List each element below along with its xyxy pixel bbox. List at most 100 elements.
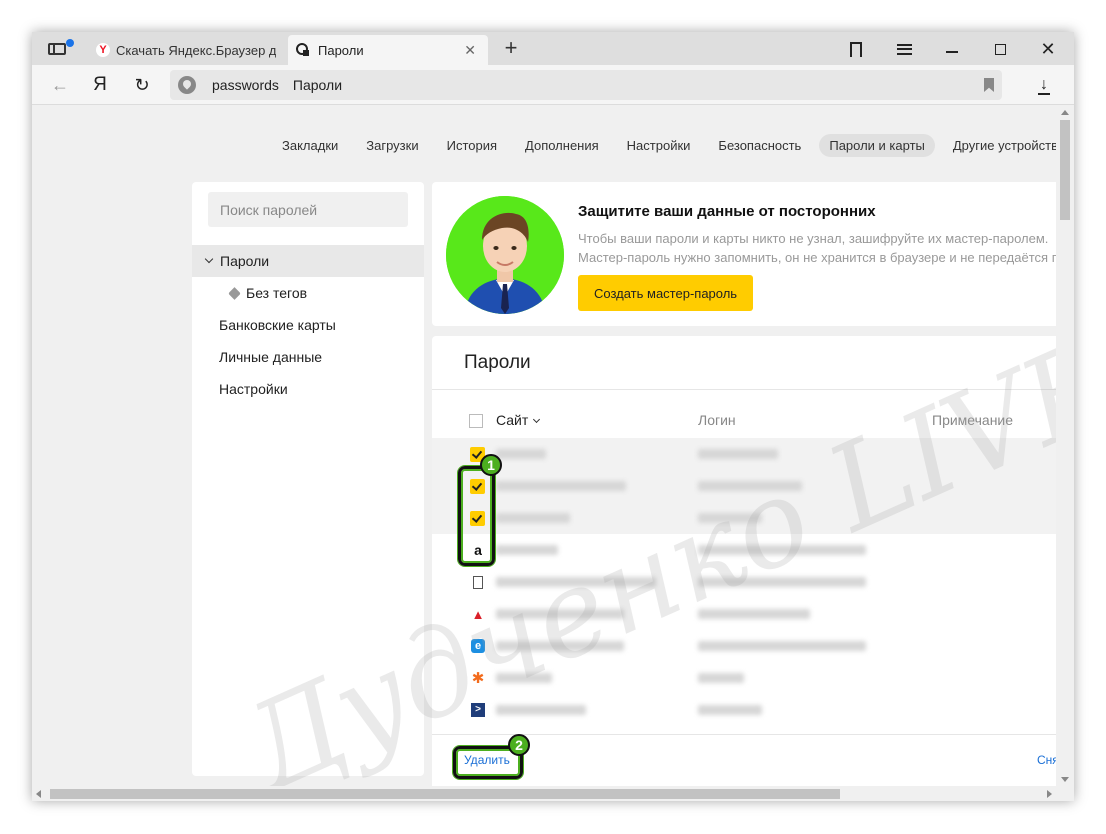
table-row[interactable] [432,502,1056,534]
yandex-home-button[interactable]: Я [86,73,114,97]
back-button[interactable]: ← [46,73,74,97]
column-site-label: Сайт [496,412,529,428]
table-row[interactable] [432,438,1056,470]
table-row[interactable]: > [432,694,1056,726]
promo-text: Чтобы ваши пароли и карты никто не узнал… [578,231,1056,265]
sidebar-item-personal-data[interactable]: Личные данные [192,341,424,373]
back-arrow-icon: ← [51,74,69,95]
chevron-down-icon [204,254,214,264]
scroll-thumb[interactable] [1060,120,1070,220]
login-value-blurred [698,673,744,683]
tabs-icon [48,43,66,55]
table-row[interactable]: ✱ [432,662,1056,694]
sidebar-item-settings[interactable]: Настройки [192,373,424,405]
tag-icon [228,286,241,300]
scroll-down-icon[interactable] [1061,777,1069,782]
sidebar-item-label: Личные данные [219,349,323,365]
login-value-blurred [698,513,762,523]
deselect-link[interactable]: Снять выделение [1037,753,1056,767]
reload-button[interactable]: ↻ [128,73,156,97]
site-value-blurred [496,513,570,523]
site-value-blurred [496,641,624,651]
key-icon [296,43,310,57]
site-value-blurred [496,449,546,459]
scroll-thumb[interactable] [50,789,840,799]
nav-passwords-cards[interactable]: Пароли и карты [819,133,935,157]
table-row[interactable]: a [432,534,1056,566]
menu-button[interactable] [884,37,924,61]
minimize-icon [946,51,958,53]
table-row[interactable]: e [432,630,1056,662]
site-value-blurred [496,545,558,555]
horizontal-scrollbar[interactable] [32,786,1074,801]
chevron-down-icon [533,415,541,424]
tab-passwords[interactable]: Пароли ✕ [288,35,488,65]
minimize-button[interactable] [932,37,972,61]
close-window-button[interactable]: ✕ [1028,37,1068,61]
protect-icon[interactable] [178,76,196,94]
omnibox[interactable]: passwords Пароли [170,70,1002,100]
passwords-panel: Пароли Сайт Логин Примечание a ▲ e ✱ > У… [432,336,1056,786]
annotation-badge-1: 1 [480,454,502,476]
nav-history[interactable]: История [437,134,507,157]
bookmarks-icon [850,41,862,57]
close-icon: ✕ [1040,39,1056,59]
scroll-right-icon[interactable] [1047,790,1052,798]
yandex-icon: Y [96,43,110,57]
sidebar-item-label: Пароли [220,253,270,269]
sidebar-item-label: Настройки [219,381,288,397]
nav-security[interactable]: Безопасность [708,134,811,157]
sidebar-item-no-tags[interactable]: Без тегов [192,277,424,309]
downloads-button[interactable]: ↓ [1030,74,1058,98]
maximize-button[interactable] [980,37,1020,61]
login-value-blurred [698,705,762,715]
nav-downloads[interactable]: Загрузки [356,134,428,157]
tab-label: Пароли [318,42,364,58]
column-header-site[interactable]: Сайт [496,412,541,428]
tab-label: Скачать Яндекс.Браузер для [116,42,276,58]
nav-settings[interactable]: Настройки [617,134,701,157]
settings-top-nav: Закладки Загрузки История Дополнения Нас… [272,132,1056,158]
table-row[interactable]: ▲ [432,598,1056,630]
login-value-blurred [698,545,866,555]
bookmark-icon[interactable] [984,78,994,92]
site-value-blurred [496,609,624,619]
annotation-highlight-checkboxes [458,466,495,566]
login-value-blurred [698,609,810,619]
nav-other-devices[interactable]: Другие устройства [943,134,1056,157]
adobe-icon: ▲ [471,606,485,622]
close-tab-icon[interactable]: ✕ [460,42,480,59]
create-master-password-button[interactable]: Создать мастер-пароль [578,275,754,311]
scroll-up-icon[interactable] [1061,110,1069,115]
avatar [446,196,564,314]
login-value-blurred [698,449,778,459]
table-row[interactable] [432,470,1056,502]
password-search-input[interactable] [208,192,408,227]
maximize-icon [994,43,1006,55]
sidebar-item-passwords[interactable]: Пароли [192,245,424,277]
page-title: Пароли [464,352,531,373]
nav-extensions[interactable]: Дополнения [515,134,609,157]
nav-bookmarks[interactable]: Закладки [272,134,348,157]
divider [432,389,1056,390]
tab-yandex-download[interactable]: Y Скачать Яндекс.Браузер для [88,35,284,65]
hamburger-icon [896,43,912,55]
tab-strip: Y Скачать Яндекс.Браузер для Пароли ✕ + … [32,32,1074,65]
sidebar-item-label: Без тегов [246,285,308,301]
vertical-scrollbar[interactable] [1056,106,1074,786]
login-value-blurred [698,481,802,491]
reload-icon: ↻ [134,74,150,95]
divider [432,734,1056,735]
omnibox-url: passwords [212,77,279,93]
tabs-overview-button[interactable] [40,37,74,61]
login-value-blurred [698,641,866,651]
new-tab-button[interactable]: + [498,37,524,61]
notification-dot [66,39,74,47]
bookmarks-button[interactable] [836,37,876,61]
column-header-note: Примечание [932,412,1014,428]
site-value-blurred [496,673,552,683]
select-all-checkbox[interactable] [469,414,483,428]
scroll-left-icon[interactable] [36,790,41,798]
sidebar-item-bank-cards[interactable]: Банковские карты [192,309,424,341]
table-row[interactable] [432,566,1056,598]
